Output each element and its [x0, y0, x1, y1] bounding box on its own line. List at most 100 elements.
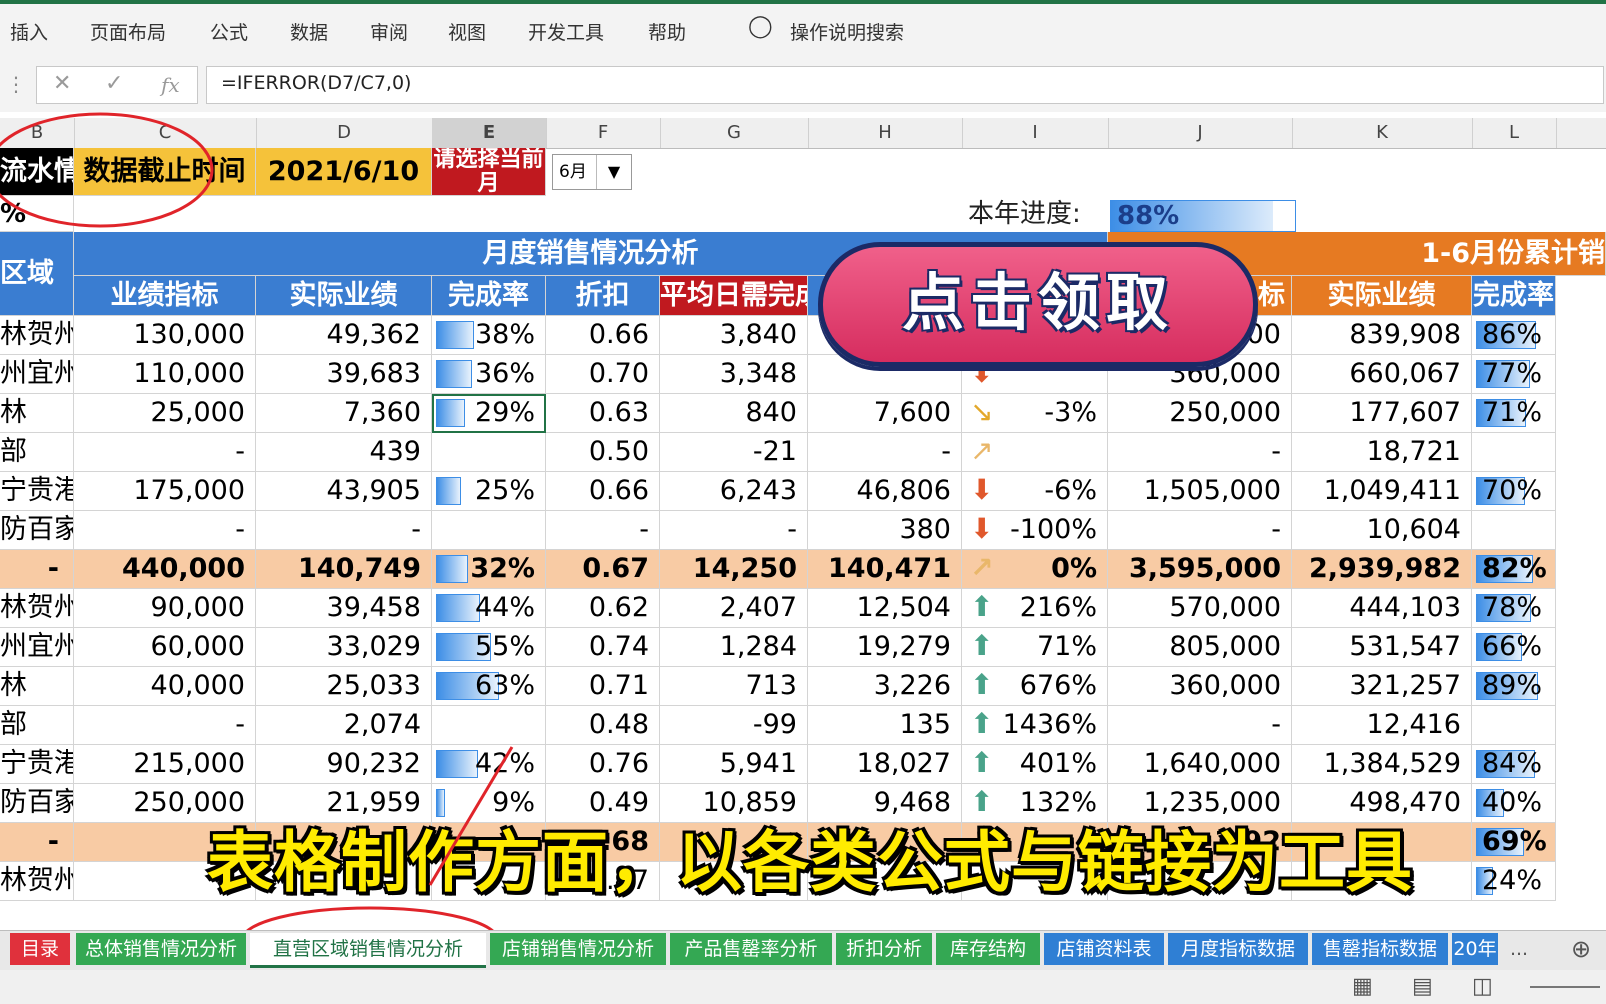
- cell-k[interactable]: 839,908: [1292, 316, 1472, 355]
- cell-j[interactable]: 250,000: [1108, 394, 1292, 433]
- cell-h[interactable]: 380: [808, 511, 962, 550]
- cell-d[interactable]: 39,458: [256, 589, 432, 628]
- cell-g[interactable]: 5,941: [660, 745, 808, 784]
- cell-k[interactable]: 444,103: [1292, 589, 1472, 628]
- cell-h[interactable]: 18,027: [808, 745, 962, 784]
- cell-f[interactable]: 0.63: [546, 394, 660, 433]
- cell-h[interactable]: 3,226: [808, 667, 962, 706]
- zoom-slider[interactable]: [1530, 986, 1600, 988]
- cumulative-rate-cell[interactable]: 78%: [1472, 589, 1556, 628]
- cumulative-rate-cell[interactable]: [1472, 433, 1556, 472]
- cell-d[interactable]: 43,905: [256, 472, 432, 511]
- completion-rate-cell[interactable]: 42%: [432, 745, 546, 784]
- page-layout-icon[interactable]: ▤: [1412, 974, 1433, 999]
- cell-j[interactable]: 1,640,000: [1108, 745, 1292, 784]
- sheet-tab-9[interactable]: 售罄指标数据: [1312, 933, 1448, 965]
- completion-rate-cell[interactable]: 32%: [432, 550, 546, 589]
- cell-h[interactable]: 19,279: [808, 628, 962, 667]
- sheet-tab-3[interactable]: 店铺销售情况分析: [490, 933, 666, 965]
- cell-f[interactable]: 0.62: [546, 589, 660, 628]
- cell-k[interactable]: 1,049,411: [1292, 472, 1472, 511]
- cell-g[interactable]: 3,840: [660, 316, 808, 355]
- growth-cell[interactable]: ⬆ 71%: [962, 628, 1108, 667]
- completion-rate-cell[interactable]: [432, 706, 546, 745]
- completion-rate-cell[interactable]: 38%: [432, 316, 546, 355]
- cell-h[interactable]: 135: [808, 706, 962, 745]
- cell-c[interactable]: 40,000: [74, 667, 256, 706]
- cumulative-rate-cell[interactable]: 66%: [1472, 628, 1556, 667]
- cell-f[interactable]: 0.50: [546, 433, 660, 472]
- cell-k[interactable]: 531,547: [1292, 628, 1472, 667]
- sheet-tab-2[interactable]: 直营区域销售情况分析: [250, 933, 486, 968]
- cell-k[interactable]: 321,257: [1292, 667, 1472, 706]
- cell-c[interactable]: 130,000: [74, 316, 256, 355]
- cell-f[interactable]: 0.71: [546, 667, 660, 706]
- cell-g[interactable]: 713: [660, 667, 808, 706]
- cell-c[interactable]: 440,000: [74, 550, 256, 589]
- cumulative-rate-cell[interactable]: [1472, 511, 1556, 550]
- growth-cell[interactable]: ⬆ 216%: [962, 589, 1108, 628]
- cell-d[interactable]: 90,232: [256, 745, 432, 784]
- cell-g[interactable]: 14,250: [660, 550, 808, 589]
- sheet-tab-10[interactable]: 20年: [1452, 933, 1498, 965]
- cell-g[interactable]: 2,407: [660, 589, 808, 628]
- cell-k[interactable]: 10,604: [1292, 511, 1472, 550]
- cell-d[interactable]: 33,029: [256, 628, 432, 667]
- page-break-icon[interactable]: ◫: [1472, 974, 1493, 999]
- cell-c[interactable]: 25,000: [74, 394, 256, 433]
- growth-cell[interactable]: ⬆ 401%: [962, 745, 1108, 784]
- sheet-tab-5[interactable]: 折扣分析: [836, 933, 932, 965]
- cell-k[interactable]: 2,939,982: [1292, 550, 1472, 589]
- cell-c[interactable]: -: [74, 433, 256, 472]
- cumulative-rate-cell[interactable]: 84%: [1472, 745, 1556, 784]
- growth-cell[interactable]: ⬆ 676%: [962, 667, 1108, 706]
- cell-d[interactable]: 2,074: [256, 706, 432, 745]
- cell-j[interactable]: 805,000: [1108, 628, 1292, 667]
- cell-g[interactable]: -: [660, 511, 808, 550]
- cell-k[interactable]: 660,067: [1292, 355, 1472, 394]
- growth-cell[interactable]: ⬇ -6%: [962, 472, 1108, 511]
- cumulative-rate-cell[interactable]: 82%: [1472, 550, 1556, 589]
- cell-k[interactable]: 1,384,529: [1292, 745, 1472, 784]
- cumulative-rate-cell[interactable]: 71%: [1472, 394, 1556, 433]
- growth-cell[interactable]: ⬆ 1436%: [962, 706, 1108, 745]
- cell-k[interactable]: 12,416: [1292, 706, 1472, 745]
- cell-c[interactable]: -: [74, 511, 256, 550]
- cell-k[interactable]: 177,607: [1292, 394, 1472, 433]
- sheet-tab-6[interactable]: 库存结构: [936, 933, 1040, 965]
- sheet-tab-8[interactable]: 月度指标数据: [1168, 933, 1308, 965]
- month-select[interactable]: 6月 ▼: [552, 154, 632, 190]
- cumulative-rate-cell[interactable]: 70%: [1472, 472, 1556, 511]
- cell-g[interactable]: 3,348: [660, 355, 808, 394]
- growth-cell[interactable]: ⬇ -100%: [962, 511, 1108, 550]
- cell-d[interactable]: 140,749: [256, 550, 432, 589]
- growth-cell[interactable]: ↗: [962, 433, 1108, 472]
- completion-rate-cell[interactable]: 55%: [432, 628, 546, 667]
- cell-c[interactable]: 215,000: [74, 745, 256, 784]
- cell-d[interactable]: -: [256, 511, 432, 550]
- cell-d[interactable]: 439: [256, 433, 432, 472]
- cell-d[interactable]: 7,360: [256, 394, 432, 433]
- cell-h[interactable]: 140,471: [808, 550, 962, 589]
- growth-cell[interactable]: ↘ -3%: [962, 394, 1108, 433]
- growth-cell[interactable]: ↗ 0%: [962, 550, 1108, 589]
- cell-c[interactable]: 175,000: [74, 472, 256, 511]
- cell-j[interactable]: 570,000: [1108, 589, 1292, 628]
- cell-g[interactable]: 840: [660, 394, 808, 433]
- cell-j[interactable]: -: [1108, 706, 1292, 745]
- cell-j[interactable]: 3,595,000: [1108, 550, 1292, 589]
- cell-h[interactable]: 12,504: [808, 589, 962, 628]
- cell-f[interactable]: 0.66: [546, 316, 660, 355]
- cell-g[interactable]: -21: [660, 433, 808, 472]
- cell-g[interactable]: 1,284: [660, 628, 808, 667]
- cell-j[interactable]: 360,000: [1108, 667, 1292, 706]
- tab-more[interactable]: ...: [1504, 933, 1534, 965]
- cumulative-rate-cell[interactable]: 89%: [1472, 667, 1556, 706]
- cell-g[interactable]: -99: [660, 706, 808, 745]
- cell-f[interactable]: 0.66: [546, 472, 660, 511]
- completion-rate-cell[interactable]: [432, 433, 546, 472]
- cell-d[interactable]: 39,683: [256, 355, 432, 394]
- cell-f[interactable]: 0.67: [546, 550, 660, 589]
- completion-rate-cell[interactable]: [432, 511, 546, 550]
- cell-f[interactable]: 0.70: [546, 355, 660, 394]
